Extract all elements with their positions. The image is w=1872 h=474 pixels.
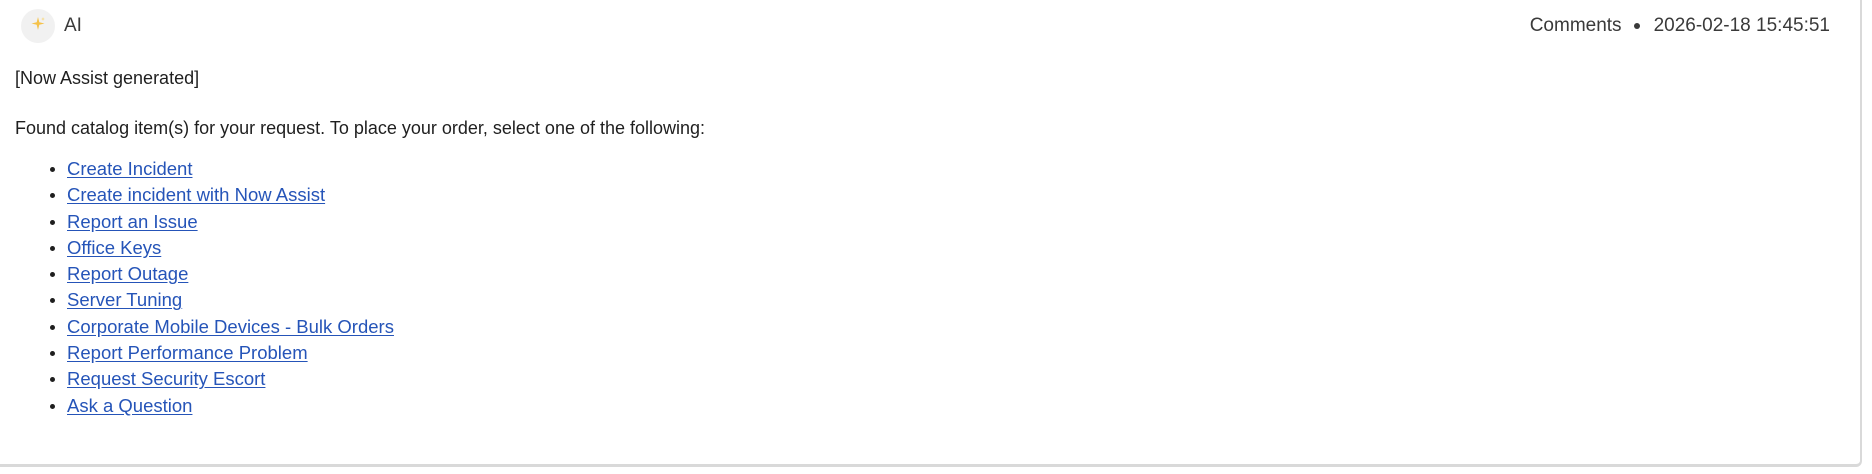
bullet — [50, 167, 55, 172]
catalog-item-link[interactable]: Report Performance Problem — [67, 342, 308, 363]
catalog-item-link[interactable]: Create incident with Now Assist — [67, 184, 325, 205]
catalog-item-link[interactable]: Corporate Mobile Devices - Bulk Orders — [67, 316, 394, 337]
catalog-item-link[interactable]: Office Keys — [67, 237, 161, 258]
catalog-item-link[interactable]: Report an Issue — [67, 211, 198, 232]
generated-tag: [Now Assist generated] — [15, 68, 200, 88]
catalog-item-list: Create Incident Create incident with Now… — [15, 156, 1840, 419]
list-item: Report Outage — [50, 261, 1840, 287]
list-item: Request Security Escort — [50, 366, 1840, 392]
list-item: Report an Issue — [50, 209, 1840, 235]
catalog-item-link[interactable]: Report Outage — [67, 263, 188, 284]
bullet — [50, 272, 55, 278]
sparkle-icon — [29, 15, 47, 38]
activity-entry-card: AI Comments 2026-02-18 15:45:51 [Now Ass… — [0, 0, 1862, 467]
bullet — [50, 403, 55, 409]
entry-timestamp: 2026-02-18 15:45:51 — [1653, 15, 1830, 36]
bullet — [50, 324, 55, 330]
list-item: Create incident with Now Assist — [50, 182, 1840, 208]
bullet — [50, 351, 55, 357]
entry-meta: Comments 2026-02-18 15:45:51 — [1530, 14, 1830, 38]
bullet — [50, 219, 55, 225]
bullet — [50, 377, 55, 383]
bullet — [50, 245, 55, 251]
bullet — [50, 193, 55, 199]
catalog-item-link[interactable]: Ask a Question — [67, 395, 192, 416]
entry-header: AI Comments 2026-02-18 15:45:51 — [0, 0, 1860, 50]
list-item: Report Performance Problem — [50, 340, 1840, 366]
message-body: [Now Assist generated] Found catalog ite… — [15, 66, 1840, 419]
intro-text: Found catalog item(s) for your request. … — [15, 118, 706, 138]
catalog-item-link[interactable]: Create Incident — [67, 158, 192, 179]
list-item: Corporate Mobile Devices - Bulk Orders — [50, 314, 1840, 340]
list-item: Office Keys — [50, 235, 1840, 261]
list-item: Ask a Question — [50, 393, 1840, 419]
bullet — [50, 298, 55, 304]
entry-type: Comments — [1529, 15, 1622, 36]
catalog-item-link[interactable]: Server Tuning — [67, 289, 182, 310]
catalog-item-link[interactable]: Request Security Escort — [67, 368, 265, 389]
list-item: Create Incident — [50, 156, 1840, 182]
list-item: Server Tuning — [50, 287, 1840, 313]
author-name: AI — [64, 15, 82, 36]
avatar — [21, 9, 55, 43]
separator-dot — [1633, 23, 1640, 29]
